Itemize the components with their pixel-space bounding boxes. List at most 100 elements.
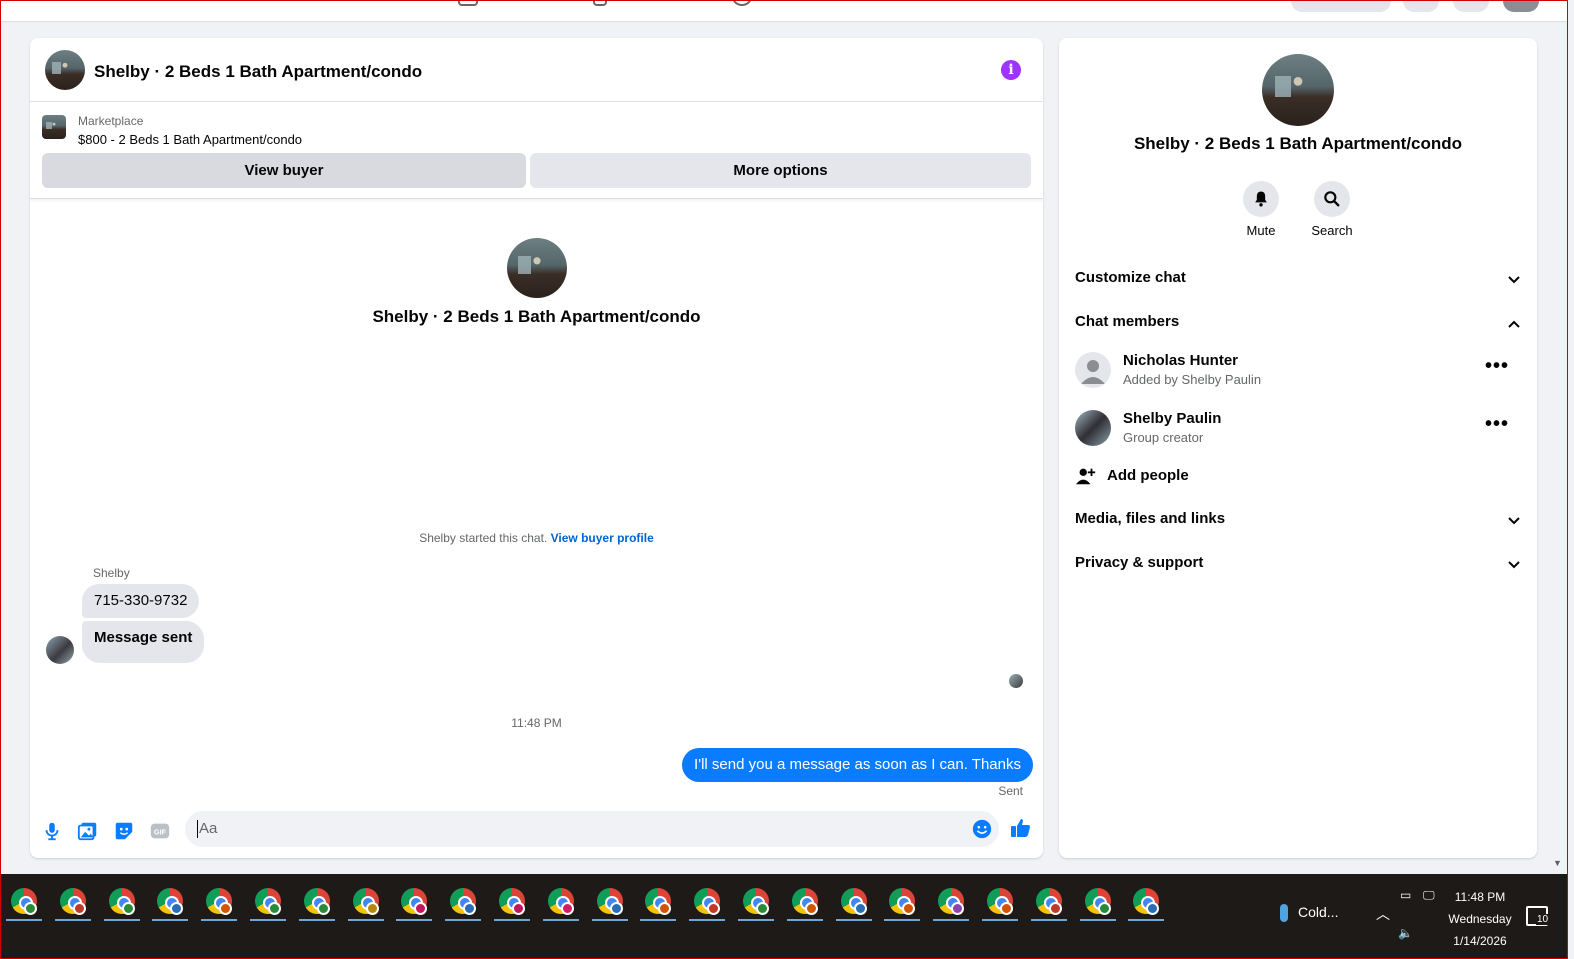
marketplace-nav-icon[interactable] — [458, 0, 478, 6]
running-indicator — [1079, 919, 1116, 921]
notification-center-icon[interactable]: 10 — [1526, 906, 1550, 926]
view-buyer-button[interactable]: View buyer — [42, 153, 526, 188]
gif-icon[interactable]: GIF — [149, 820, 171, 842]
groups-nav-icon[interactable] — [593, 0, 607, 6]
text-caret — [197, 820, 198, 839]
panel-avatar[interactable] — [1262, 54, 1334, 126]
chat-details-panel: Shelby · 2 Beds 1 Bath Apartment/condo M… — [1059, 38, 1537, 858]
chrome-taskbar-icon[interactable] — [785, 882, 823, 922]
chrome-taskbar-icon[interactable] — [687, 882, 726, 922]
chrome-taskbar-icon[interactable] — [297, 882, 335, 922]
mute-button[interactable]: Mute — [1231, 181, 1291, 238]
chrome-taskbar-icon[interactable] — [1126, 882, 1165, 922]
more-icon[interactable]: ••• — [1485, 414, 1509, 434]
chrome-taskbar-icon[interactable] — [931, 882, 970, 922]
running-indicator — [396, 919, 433, 921]
view-buyer-profile-link[interactable]: View buyer profile — [551, 531, 654, 545]
messenger-icon[interactable] — [1453, 0, 1489, 12]
chrome-taskbar-icon[interactable] — [4, 882, 42, 922]
chrome-taskbar-icon[interactable] — [443, 882, 482, 922]
chrome-taskbar-icon[interactable] — [638, 882, 677, 922]
meet-icon[interactable]: ▭ — [1400, 888, 1411, 902]
message-bubble[interactable]: Message sent — [82, 621, 205, 663]
search-button[interactable]: Search — [1302, 181, 1362, 238]
chrome-taskbar-icon[interactable] — [53, 882, 91, 922]
member-row[interactable]: Shelby Paulin Group creator ••• — [1075, 410, 1521, 454]
microphone-icon[interactable] — [41, 820, 63, 842]
profile-badge-icon — [804, 902, 818, 915]
network-icon[interactable]: 🖵 — [1423, 888, 1435, 903]
volume-icon[interactable]: 🔈 — [1398, 926, 1413, 940]
chevron-up-icon — [1508, 320, 1520, 328]
chrome-taskbar-icon[interactable] — [102, 882, 140, 922]
chrome-taskbar-icon[interactable] — [346, 882, 384, 922]
chat-avatar[interactable] — [45, 50, 85, 90]
svg-text:GIF: GIF — [154, 828, 167, 837]
chrome-taskbar-icon[interactable] — [736, 882, 774, 922]
thumbs-up-icon[interactable] — [1009, 816, 1033, 840]
profile-badge-icon — [72, 902, 86, 915]
profile-badge-icon — [902, 902, 916, 915]
running-indicator — [542, 919, 579, 921]
info-icon[interactable]: i — [1001, 60, 1021, 80]
profile-badge-icon — [512, 902, 525, 915]
scrollbar-down-arrow[interactable]: ▼ — [1553, 858, 1562, 868]
taskbar-clock[interactable]: 11:48 PM Wednesday 1/14/2026 — [1440, 886, 1520, 952]
tray-overflow-icon[interactable]: ︿ — [1376, 904, 1390, 924]
chrome-taskbar-icon[interactable] — [199, 882, 238, 922]
running-indicator — [933, 919, 970, 921]
profile-badge-icon — [219, 902, 233, 915]
top-navbar — [1, 0, 1567, 22]
running-indicator — [347, 919, 384, 921]
running-indicator — [786, 919, 823, 921]
chrome-taskbar-icon[interactable] — [882, 882, 921, 922]
chat-window: Shelby · 2 Beds 1 Bath Apartment/condo i… — [30, 38, 1043, 858]
chat-members-section[interactable]: Chat members — [1075, 313, 1521, 337]
chrome-taskbar-icon[interactable] — [834, 882, 872, 922]
listing-title[interactable]: $800 - 2 Beds 1 Bath Apartment/condo — [78, 132, 302, 147]
chrome-taskbar-icon[interactable] — [150, 882, 189, 922]
taskbar: Cold... ︿ ▭ 🖵 🔈 11:48 PM Wednesday 1/14/… — [0, 874, 1568, 959]
media-files-links-section[interactable]: Media, files and links — [1075, 510, 1521, 534]
chat-title[interactable]: Shelby · 2 Beds 1 Bath Apartment/condo — [94, 62, 422, 82]
mute-icon-circle[interactable] — [1243, 181, 1279, 217]
emoji-icon[interactable] — [971, 818, 993, 840]
chrome-taskbar-icon[interactable] — [1029, 882, 1067, 922]
weather-widget[interactable]: Cold... — [1280, 904, 1338, 923]
intro-avatar — [507, 238, 567, 298]
member-row[interactable]: Nicholas Hunter Added by Shelby Paulin •… — [1075, 352, 1521, 396]
more-icon[interactable]: ••• — [1485, 356, 1509, 376]
profile-badge-icon — [414, 902, 428, 915]
more-options-button[interactable]: More options — [530, 153, 1031, 188]
message-bubble[interactable]: 715-330-9732 — [82, 584, 200, 618]
account-avatar[interactable] — [1503, 0, 1539, 12]
chrome-taskbar-icon[interactable] — [492, 882, 530, 922]
photo-icon[interactable] — [77, 820, 99, 842]
add-people-button[interactable]: Add people — [1075, 465, 1375, 489]
chrome-taskbar-icon[interactable] — [248, 882, 286, 922]
running-indicator — [445, 919, 482, 921]
chrome-taskbar-icon[interactable] — [541, 882, 579, 922]
sticker-icon[interactable] — [113, 820, 135, 842]
customize-chat-label: Customize chat — [1075, 269, 1186, 286]
menu-grid-icon[interactable] — [1403, 0, 1439, 12]
find-friends-pill[interactable] — [1291, 0, 1391, 12]
profile-badge-icon — [268, 902, 281, 915]
chrome-taskbar-icon[interactable] — [394, 882, 433, 922]
chrome-taskbar-icon[interactable] — [1078, 882, 1116, 922]
privacy-support-section[interactable]: Privacy & support — [1075, 554, 1521, 578]
message-input[interactable]: Aa — [185, 811, 999, 847]
outgoing-message-bubble[interactable]: I'll send you a message as soon as I can… — [682, 748, 1033, 782]
privacy-support-label: Privacy & support — [1075, 554, 1204, 571]
started-text: Shelby started this chat. — [419, 531, 548, 545]
customize-chat-section[interactable]: Customize chat — [1075, 269, 1521, 293]
running-indicator — [54, 919, 91, 921]
chrome-taskbar-icon[interactable] — [590, 882, 628, 922]
chrome-taskbar-icon[interactable] — [980, 882, 1018, 922]
gaming-nav-icon[interactable] — [732, 0, 752, 6]
running-indicator — [884, 919, 921, 921]
sender-avatar[interactable] — [46, 636, 74, 664]
listing-thumbnail[interactable] — [42, 115, 66, 139]
default-avatar — [1075, 352, 1111, 388]
search-icon-circle[interactable] — [1314, 181, 1350, 217]
